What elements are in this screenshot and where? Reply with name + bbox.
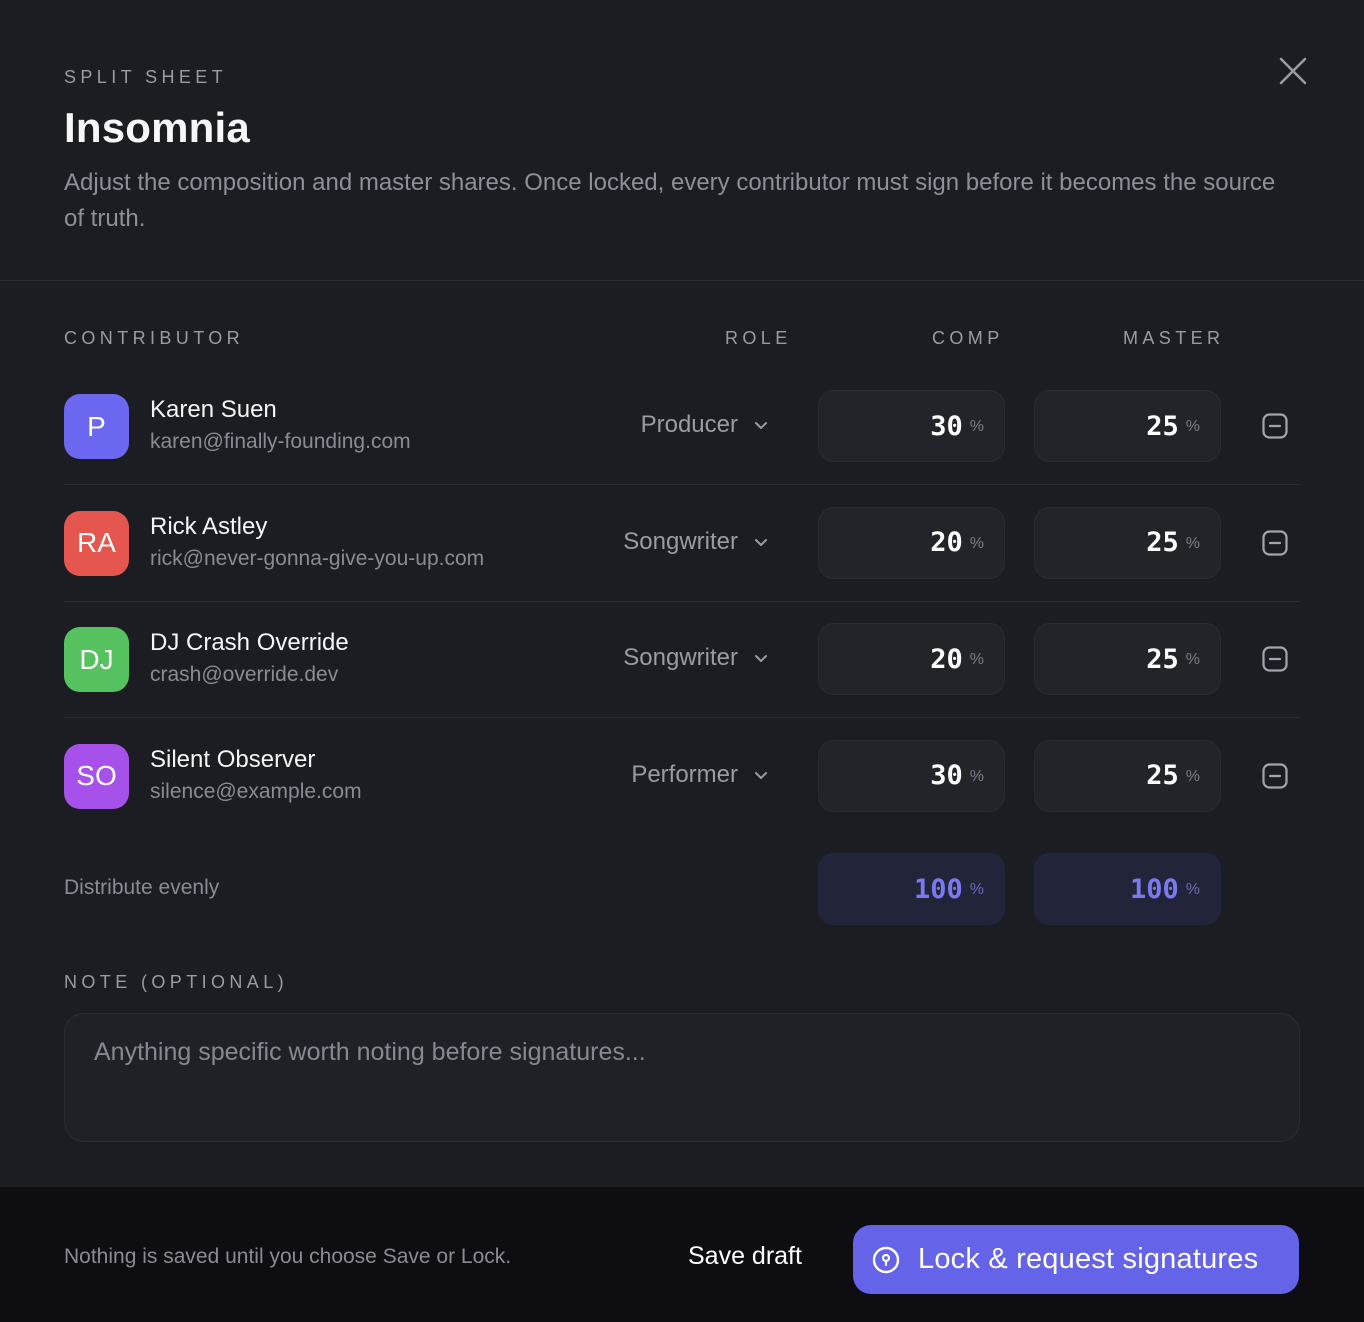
percent-sign: % [969,767,984,785]
role-dropdown[interactable]: Songwriter [623,644,770,672]
master-share-input[interactable]: 25 % [1034,506,1221,579]
save-draft-button[interactable]: Save draft [688,1242,802,1271]
percent-sign: % [969,418,984,435]
column-header-role: ROLE [725,328,792,348]
minus-square-icon [1262,646,1288,672]
comp-share-input[interactable]: 30 % [818,390,1005,462]
contributor-email: silence@example.com [150,779,362,803]
avatar: SO [64,743,129,809]
avatar-initials: DJ [79,643,114,675]
minus-square-icon [1262,529,1288,556]
chevron-down-icon [755,655,767,662]
master-share-input[interactable]: 25 % [1034,390,1221,462]
modal-footer: Nothing is saved until you choose Save o… [0,1187,1364,1322]
chevron-down-icon [755,771,767,779]
page-title: Insomnia [64,104,250,151]
role-value: Performer [631,760,738,788]
master-share-value: 25 [1146,410,1179,442]
remove-contributor-button[interactable] [1261,412,1289,440]
avatar: RA [64,510,129,576]
contributor-name: DJ Crash Override [150,629,349,656]
role-value: Songwriter [623,527,738,555]
master-share-input[interactable]: 25 % [1034,739,1221,812]
comp-share-input[interactable]: 20 % [818,506,1005,579]
percent-sign: % [969,881,984,898]
avatar: P [64,394,129,459]
percent-sign: % [1185,534,1200,552]
contributor-row: SO Silent Observer silence@example.com P… [64,718,1300,835]
contributor-email: crash@override.dev [150,663,339,686]
avatar-initials: SO [76,760,117,791]
note-field[interactable] [64,1013,1300,1142]
percent-sign: % [1185,651,1200,668]
contributor-name: Karen Suen [150,396,277,423]
contributor-row: RA Rick Astley rick@never-gonna-give-you… [64,485,1300,602]
comp-share-value: 30 [930,410,963,442]
distribute-evenly-button[interactable]: Distribute evenly [64,876,219,900]
lock-keyhole-icon [872,1246,900,1273]
role-dropdown[interactable]: Performer [631,761,770,789]
eyebrow-label: SPLIT SHEET [64,67,228,87]
contributor-email: rick@never-gonna-give-you-up.com [150,546,485,570]
footer-hint: Nothing is saved until you choose Save o… [64,1245,512,1268]
avatar-initials: RA [77,527,116,558]
percent-sign: % [1185,881,1200,898]
lock-request-signatures-button[interactable]: Lock & request signatures [853,1225,1299,1294]
remove-contributor-button[interactable] [1261,529,1289,557]
contributor-row: P Karen Suen karen@finally-founding.com … [64,368,1300,485]
note-label: NOTE (OPTIONAL) [64,972,289,992]
comp-share-value: 30 [930,760,963,791]
role-dropdown[interactable]: Songwriter [623,528,770,556]
description: Adjust the composition and master shares… [64,169,1276,232]
comp-share-input[interactable]: 20 % [818,623,1005,695]
role-value: Producer [640,411,738,438]
remove-contributor-button[interactable] [1261,645,1289,673]
close-icon [1279,57,1307,85]
close-button[interactable] [1276,54,1310,88]
minus-square-icon [1262,413,1288,439]
percent-sign: % [1185,767,1200,785]
contributor-name: Silent Observer [150,745,316,773]
split-sheet-modal: SPLIT SHEET Insomnia Adjust the composit… [0,0,1364,1322]
minus-square-icon [1262,762,1288,789]
master-total-value: 100 [1129,873,1179,905]
master-share-input[interactable]: 25 % [1034,623,1221,695]
modal-header: SPLIT SHEET Insomnia Adjust the composit… [0,0,1364,281]
comp-share-input[interactable]: 30 % [818,739,1005,812]
master-share-value: 25 [1146,643,1179,675]
column-header-contributor: CONTRIBUTOR [64,328,245,348]
chevron-down-icon [755,538,767,546]
master-share-value: 25 [1146,760,1179,791]
contributor-row: DJ DJ Crash Override crash@override.dev … [64,601,1300,718]
lock-button-label: Lock & request signatures [918,1243,1259,1275]
comp-total: 100 % [818,853,1005,925]
remove-contributor-button[interactable] [1261,762,1289,790]
column-header-comp: COMP [932,328,1004,348]
role-value: Songwriter [623,644,738,671]
percent-sign: % [969,534,984,552]
comp-share-value: 20 [930,527,963,558]
chevron-down-icon [755,422,767,429]
column-header-master: MASTER [1123,328,1225,348]
percent-sign: % [1185,418,1200,435]
contributor-name: Rick Astley [150,512,268,540]
comp-share-value: 20 [930,643,963,675]
avatar-initials: P [87,410,106,442]
comp-total-value: 100 [913,873,963,905]
percent-sign: % [969,651,984,668]
master-share-value: 25 [1146,527,1179,558]
master-total: 100 % [1034,853,1221,925]
contributor-email: karen@finally-founding.com [150,430,411,453]
role-dropdown[interactable]: Producer [641,411,770,439]
avatar: DJ [64,627,129,692]
